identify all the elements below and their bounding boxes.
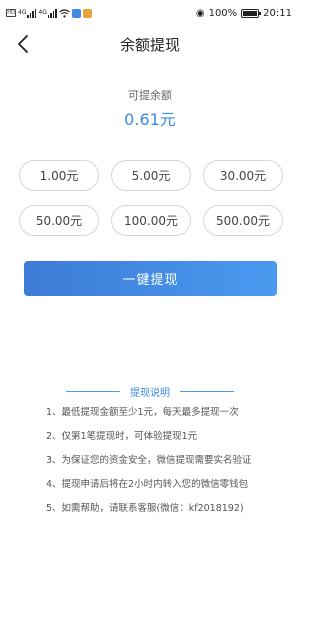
app-notification-icon: [82, 8, 92, 18]
battery-fill: [243, 10, 258, 16]
note-item: 5、如需帮助，请联系客服(微信：kf2018192): [46, 503, 244, 514]
status-right: ◉ 100% 20:11: [196, 8, 292, 19]
wifi-icon: [59, 8, 70, 18]
amount-option-500[interactable]: 500.00元: [203, 205, 283, 236]
note-item: 3、为保证您的资金安全，微信提现需要实名验证: [46, 455, 252, 466]
battery-icon: [241, 8, 262, 18]
clock: 20:11: [263, 7, 292, 19]
notes-title: 提现说明: [130, 388, 170, 399]
signal-icon: [27, 8, 37, 18]
amount-option-1[interactable]: 1.00元: [19, 160, 99, 191]
amount-option-30[interactable]: 30.00元: [203, 160, 283, 191]
withdraw-button[interactable]: 一键提现: [24, 261, 277, 296]
note-item: 1、最低提现金额至少1元，每天最多提现一次: [46, 407, 239, 418]
amount-options-grid: 1.00元 5.00元 30.00元 50.00元 100.00元 500.00…: [19, 160, 283, 236]
balance-label: 可提余额: [128, 89, 172, 102]
amount-option-5[interactable]: 5.00元: [111, 160, 191, 191]
amount-option-50[interactable]: 50.00元: [19, 205, 99, 236]
nav-bar: 余额提现: [0, 26, 300, 62]
network-type-label: 4G: [38, 8, 47, 16]
divider: [66, 391, 120, 392]
eye-icon: ◉: [195, 7, 205, 19]
signal-icon: [47, 8, 57, 18]
note-item: 4、提现申请后将在2小时内转入您的微信零钱包: [46, 479, 249, 490]
status-left: HD 4G 4G: [6, 8, 92, 18]
app-notification-icon: [71, 8, 81, 18]
battery-percent: 100%: [208, 7, 238, 19]
chevron-left-icon: [18, 35, 28, 53]
amount-option-100[interactable]: 100.00元: [111, 205, 191, 236]
back-button[interactable]: [10, 30, 36, 58]
page-title: 余额提现: [119, 35, 180, 54]
network-type-label: 4G: [18, 8, 27, 16]
balance-value: 0.61元: [124, 110, 176, 129]
hd-badge: HD: [6, 9, 16, 17]
status-bar: HD 4G 4G ◉ 100% 20:11: [0, 0, 300, 26]
notes-header: 提现说明: [0, 384, 300, 399]
notes-list: 1、最低提现金额至少1元，每天最多提现一次 2、仅第1笔提现时，可体验提现1元 …: [46, 404, 296, 524]
note-item: 2、仅第1笔提现时，可体验提现1元: [46, 431, 198, 442]
divider: [180, 391, 234, 392]
